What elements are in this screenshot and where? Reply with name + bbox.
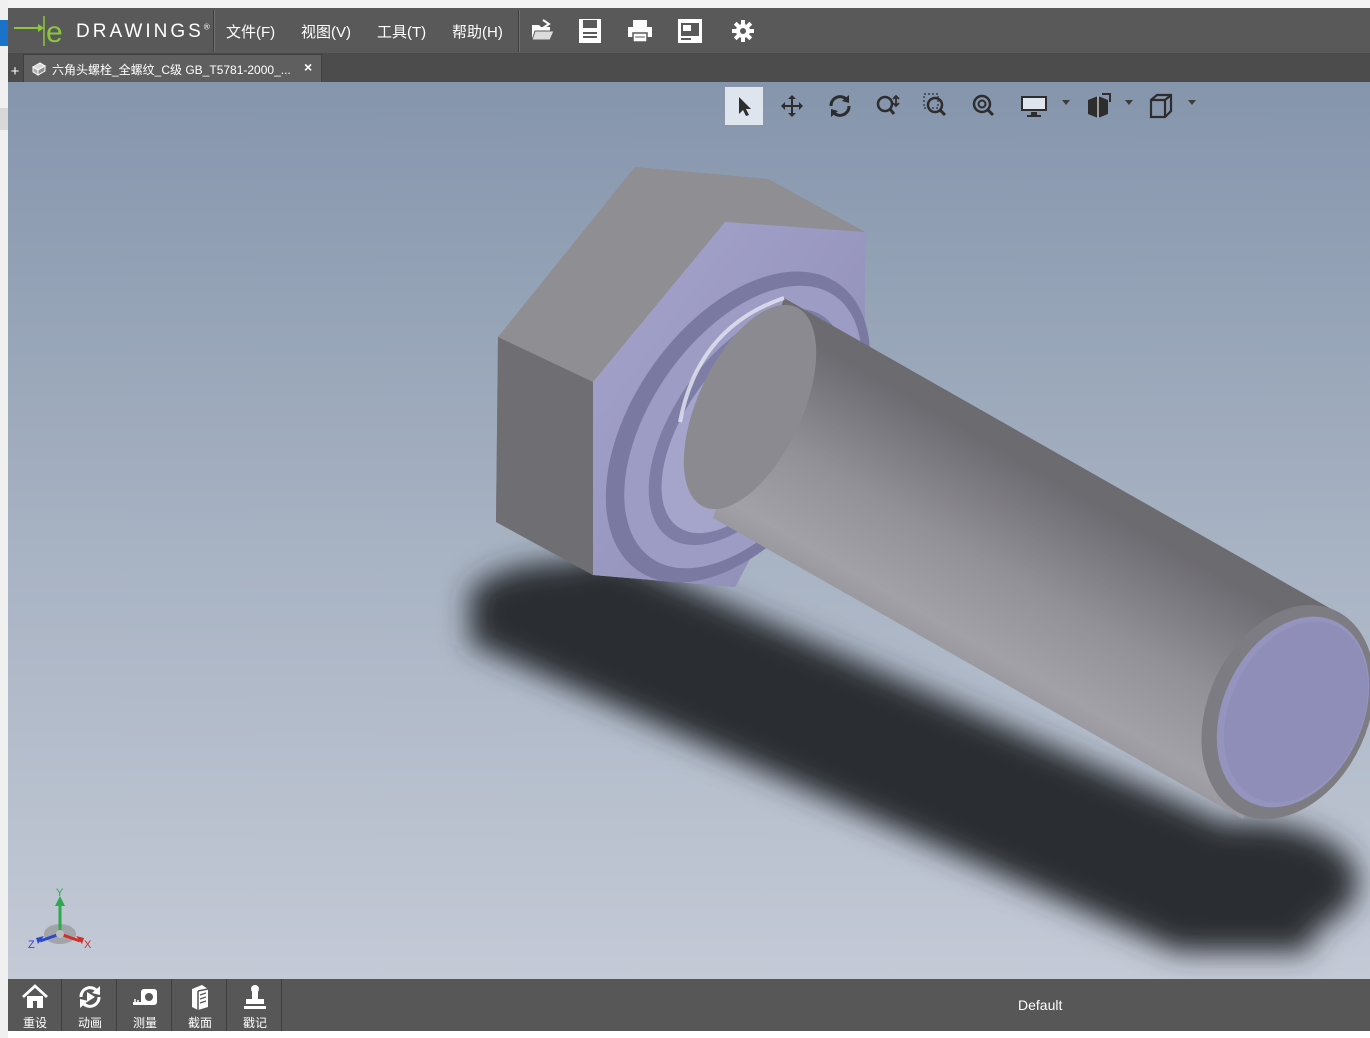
views-dropdown-caret[interactable] [1125,100,1133,105]
edrawings-window: e DRAWINGS® 文件(F) 视图(V) 工具(T) 帮助(H) + 六角… [8,8,1370,1031]
background-window-sliver-2 [0,108,8,130]
toolbar-separator [518,10,520,52]
animate-icon [79,986,101,1008]
standard-views-dropdown-caret[interactable] [1188,100,1196,105]
standard-views-icon [1149,93,1173,119]
select-tool-button[interactable] [724,86,764,126]
zoom-icon [876,94,900,115]
rotate-tool-button[interactable] [820,86,860,126]
stamp-button[interactable]: 戳记 [228,979,282,1031]
window-top-edge [0,0,1370,8]
animate-label: 动画 [77,1016,102,1030]
zoom-to-fit-icon [972,94,995,117]
window-left-edge [0,0,8,1038]
views-icon [1088,93,1111,118]
logo-e-mark: e [46,16,63,49]
views-button[interactable] [1078,86,1118,126]
measure-icon [133,989,157,1005]
menu-file[interactable]: 文件(F) [226,21,275,42]
menu-tools[interactable]: 工具(T) [377,21,426,42]
settings-icon [732,20,754,42]
section-label: 截面 [187,1016,212,1030]
measure-button[interactable]: 测量 [118,979,172,1031]
print-button[interactable] [624,15,656,47]
home-icon [22,984,48,1008]
open-button[interactable] [527,15,559,47]
triad-z-label: Z [28,939,35,951]
3d-viewport[interactable]: Y X Z [8,82,1370,979]
zoom-tool-button[interactable] [868,86,908,126]
zoom-to-area-button[interactable] [916,86,956,126]
pan-icon [781,95,803,117]
save-button[interactable] [574,15,606,47]
section-button[interactable]: 截面 [173,979,227,1031]
markup-icon [678,19,702,43]
settings-button[interactable] [727,15,759,47]
print-icon [628,20,652,43]
bolt-model[interactable] [8,82,1370,979]
document-tab-bar: + 六角头螺栓_全螺纹_C级 GB_T5781-2000_... × [8,54,1370,82]
standard-views-button[interactable] [1141,86,1181,126]
display-style-dropdown-caret[interactable] [1062,100,1070,105]
close-tab-button[interactable]: × [304,59,312,75]
zoom-to-area-icon [923,93,947,117]
zoom-to-fit-button[interactable] [964,86,1004,126]
logo-trademark: ® [203,22,210,32]
open-icon [531,19,555,41]
edrawings-logo: e DRAWINGS® [12,12,212,50]
top-toolbar: e DRAWINGS® 文件(F) 视图(V) 工具(T) 帮助(H) [8,8,1370,54]
configuration-name[interactable]: Default [1018,997,1062,1013]
document-tab[interactable]: 六角头螺栓_全螺纹_C级 GB_T5781-2000_... × [23,54,322,82]
pan-tool-button[interactable] [772,86,812,126]
markup-button[interactable] [674,15,706,47]
stamp-icon [244,985,266,1009]
document-tab-label: 六角头螺栓_全螺纹_C级 GB_T5781-2000_... [52,63,291,77]
logo-arrow-icon: e [14,16,63,49]
display-style-button[interactable] [1014,86,1054,126]
stamp-label: 戳记 [242,1016,267,1030]
reset-label: 重设 [22,1016,47,1030]
rotate-icon [829,95,851,117]
add-tab-button[interactable]: + [9,64,21,80]
background-window-sliver [0,20,8,46]
select-icon [739,97,751,116]
section-icon [192,985,209,1010]
logo-word: DRAWINGS [76,21,204,42]
measure-label: 测量 [132,1016,157,1030]
toolbar-separator [213,10,215,52]
reset-button[interactable]: 重设 [8,979,62,1031]
axis-triad: Y X Z [28,887,92,951]
display-style-icon [1021,96,1047,117]
menu-view[interactable]: 视图(V) [301,21,351,42]
part-file-icon [32,62,46,76]
bottom-toolbar: 重设 动画 测量 截面 戳记 Default [8,979,1370,1031]
animate-button[interactable]: 动画 [63,979,117,1031]
triad-x-label: X [84,939,92,951]
triad-y-label: Y [56,887,64,899]
menu-help[interactable]: 帮助(H) [452,21,503,42]
save-icon [579,19,601,43]
logo-text: DRAWINGS® [76,21,210,43]
